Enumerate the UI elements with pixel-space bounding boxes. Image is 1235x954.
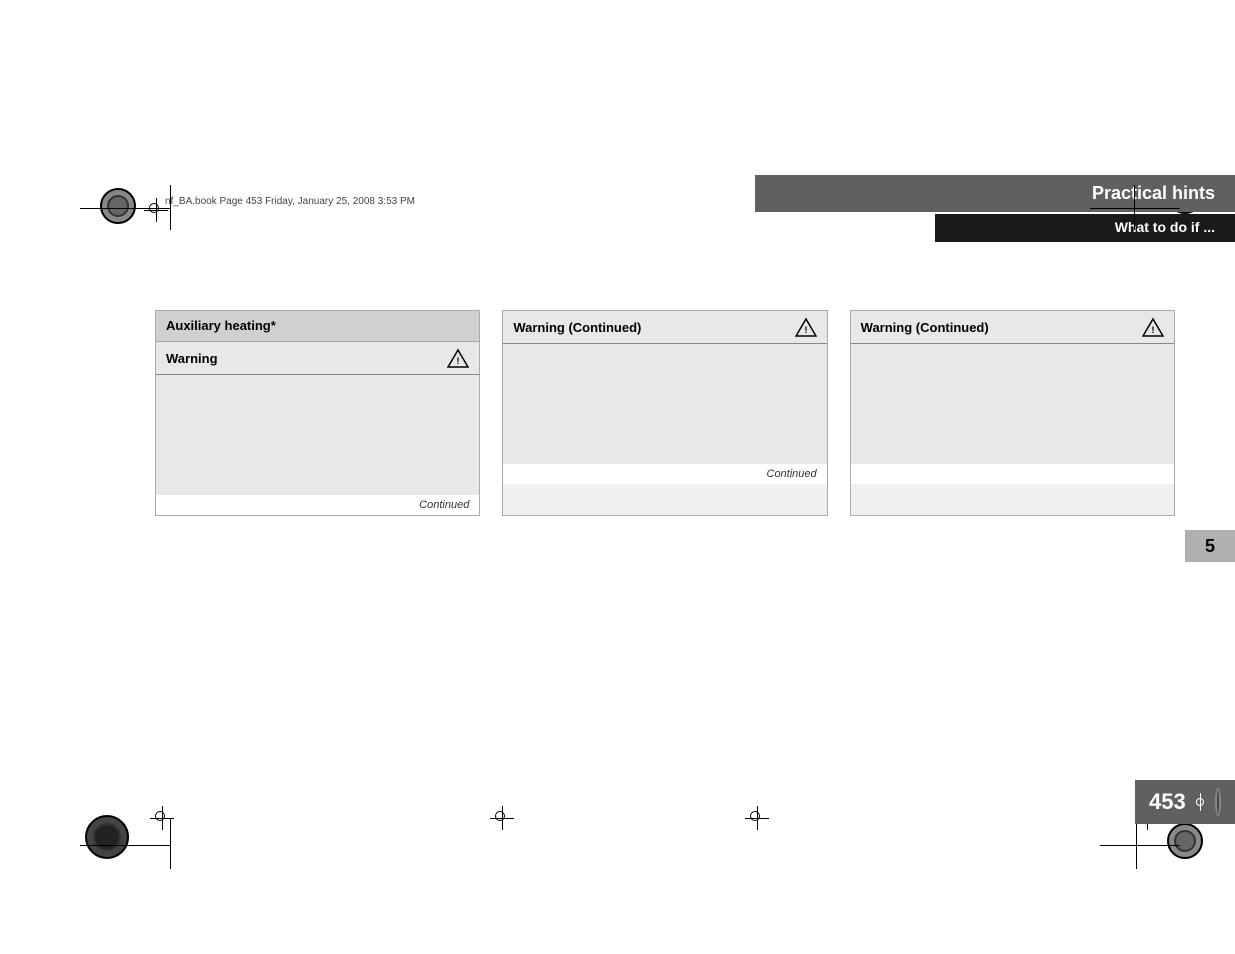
col3-subheading: Warning (Continued) !	[851, 311, 1174, 344]
col2-continued: Continued	[503, 464, 826, 484]
practical-hints-title: Practical hints	[1092, 183, 1215, 203]
v-rule-bottom-right	[1136, 819, 1137, 869]
h-rule-top-left	[80, 208, 170, 209]
reg-mark-bottom-left-outer	[85, 815, 129, 859]
reg-circle-inner-top-left	[107, 195, 129, 217]
page-badge: 453	[1135, 780, 1235, 824]
svg-text:!: !	[457, 356, 460, 366]
crosshair-bottom-left	[150, 806, 170, 826]
col3-subheading-label: Warning (Continued)	[861, 320, 989, 335]
reg-circle-bottom-right	[1167, 823, 1203, 859]
svg-text:!: !	[1151, 325, 1154, 335]
reg-mark-bottom-right-outer	[1167, 823, 1203, 859]
reg-mark-bottom-center-left	[490, 806, 510, 826]
warning-triangle-icon-2: !	[795, 317, 817, 337]
col3-body	[851, 344, 1174, 464]
col2-subheading-label: Warning (Continued)	[513, 320, 641, 335]
col3-continued	[851, 464, 1174, 484]
col1-subheading: Warning !	[156, 342, 479, 375]
page-badge-reg-mark	[1200, 793, 1201, 811]
v-rule-bottom-left	[170, 819, 171, 869]
col1-header: Auxiliary heating*	[156, 311, 479, 342]
column-3: Warning (Continued) !	[850, 310, 1175, 516]
warning-triangle-icon-1: !	[447, 348, 469, 368]
col2-body	[503, 344, 826, 464]
h-rule-bottom-left	[80, 845, 170, 846]
col2-subheading: Warning (Continued) !	[503, 311, 826, 344]
col1-continued: Continued	[156, 495, 479, 515]
crosshair-bottom-center-right	[745, 806, 765, 826]
content-area: Auxiliary heating* Warning ! Continued W…	[155, 310, 1175, 516]
v-rule-top-left	[170, 185, 171, 230]
reg-circle-top-left	[100, 188, 136, 224]
warning-triangle-icon-3: !	[1142, 317, 1164, 337]
h-rule-top-right	[1090, 208, 1180, 209]
page-number: 453	[1149, 789, 1186, 815]
column-1: Auxiliary heating* Warning ! Continued	[155, 310, 480, 516]
h-rule-bottom-right	[1100, 845, 1180, 846]
crosshair-bottom-center-left	[490, 806, 510, 826]
file-info: nf_BA.book Page 453 Friday, January 25, …	[165, 196, 415, 207]
reg-circle-bottom-left	[85, 815, 129, 859]
practical-hints-bar: Practical hints	[755, 175, 1235, 212]
page-badge-circle	[1215, 788, 1221, 816]
col1-body	[156, 375, 479, 495]
col1-heading: Auxiliary heating*	[166, 318, 276, 333]
reg-mark-bottom-center-right	[745, 806, 765, 826]
reg-mark-bottom-left	[150, 806, 170, 826]
section-number: 5	[1205, 536, 1215, 557]
col1-subheading-label: Warning	[166, 351, 218, 366]
what-to-do-bar: What to do if ...	[935, 214, 1235, 242]
what-to-do-title: What to do if ...	[1115, 219, 1215, 235]
column-2: Warning (Continued) ! Continued	[502, 310, 827, 516]
section-badge: 5	[1185, 530, 1235, 562]
reg-mark-top-left-outer	[100, 188, 136, 224]
svg-text:!: !	[804, 325, 807, 335]
v-rule-top-right	[1134, 185, 1135, 230]
